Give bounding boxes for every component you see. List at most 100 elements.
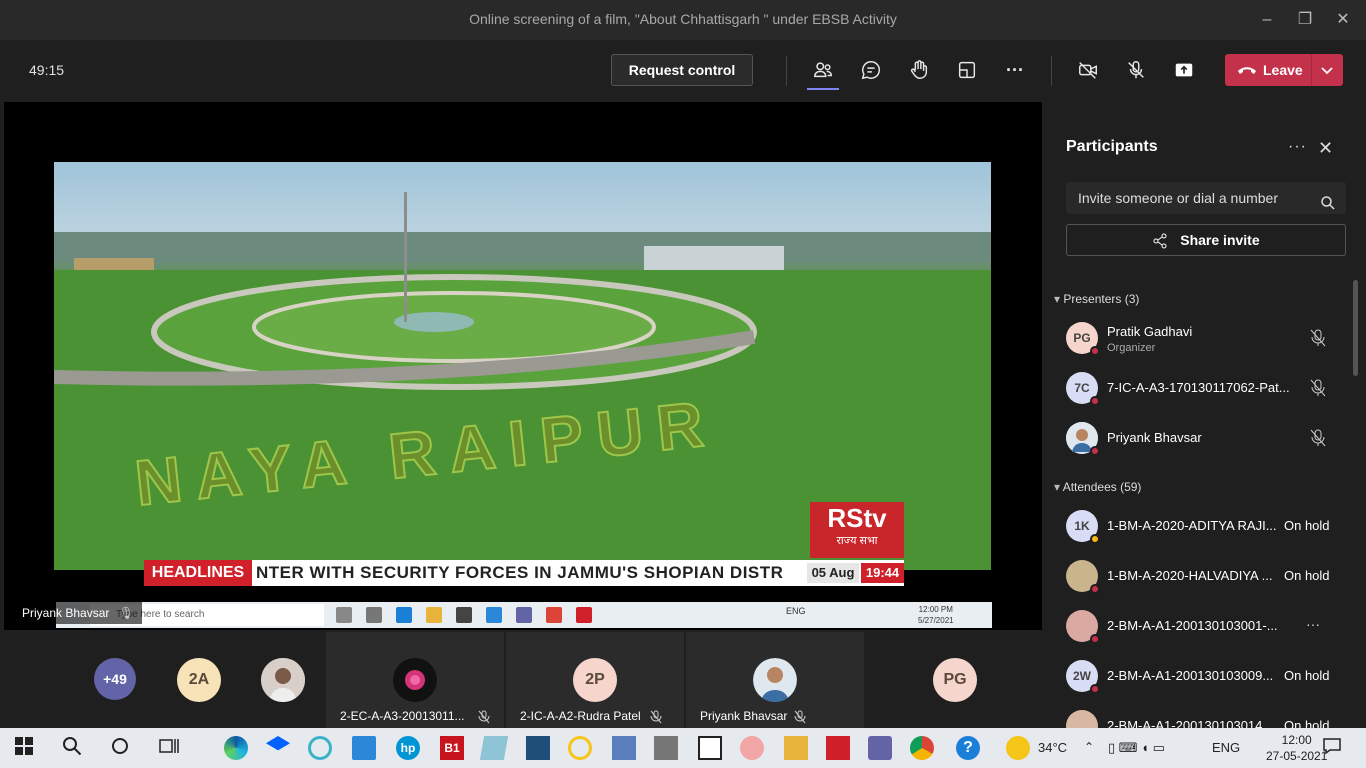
presenters-header[interactable]: Presenters (3): [1054, 292, 1139, 306]
weather-temp[interactable]: 34°C: [1038, 740, 1067, 755]
participant-name: 2-BM-A-A1-200130103014...: [1107, 718, 1274, 728]
panel-title: Participants: [1066, 138, 1158, 155]
avatar[interactable]: [261, 658, 305, 702]
video-tile[interactable]: 2-EC-A-A3-20013011...: [326, 632, 504, 728]
attendees-header[interactable]: Attendees (59): [1054, 480, 1142, 494]
participant-row[interactable]: 1-BM-A-2020-HALVADIYA ... On hold: [1066, 556, 1346, 596]
help-icon[interactable]: ?: [956, 736, 980, 760]
close-panel-icon[interactable]: ✕: [1318, 138, 1333, 159]
acrobat-icon[interactable]: [826, 736, 850, 760]
folder-icon: [426, 607, 442, 623]
row-more-icon[interactable]: ···: [1306, 616, 1320, 632]
teams-icon[interactable]: [868, 736, 892, 760]
share-invite-button[interactable]: Share invite: [1066, 224, 1346, 256]
b1-app-icon[interactable]: B1: [440, 736, 464, 760]
infinity-app-icon[interactable]: [308, 736, 332, 760]
leave-button[interactable]: Leave: [1225, 54, 1343, 86]
participant-row[interactable]: 2-BM-A-A1-200130103001-... ···: [1066, 606, 1346, 646]
weather-icon[interactable]: [1006, 736, 1030, 760]
chat-icon[interactable]: [857, 56, 885, 84]
participant-name: 2-BM-A-A1-200130103001-...: [1107, 618, 1278, 633]
windows-start-icon[interactable]: [14, 736, 38, 760]
participant-role: Organizer: [1107, 342, 1156, 354]
edge-icon[interactable]: [224, 736, 248, 760]
video-tile[interactable]: 2P 2-IC-A-A2-Rudra Patel: [506, 632, 684, 728]
busy-status-icon: [1090, 346, 1100, 356]
mail-icon: [486, 607, 502, 623]
avatar[interactable]: PG: [933, 658, 977, 702]
mic-off-icon: [1310, 329, 1326, 352]
avatar[interactable]: 2A: [177, 658, 221, 702]
raise-hand-icon[interactable]: [905, 56, 933, 84]
tile-label: 2-IC-A-A2-Rudra Patel: [520, 709, 641, 723]
panel-scrollbar[interactable]: [1353, 280, 1358, 376]
participant-row[interactable]: Priyank Bhavsar: [1066, 418, 1346, 458]
overflow-count-badge[interactable]: +49: [94, 658, 136, 700]
toolbar-divider: [1051, 56, 1052, 86]
snipping-tool-icon[interactable]: [654, 736, 678, 760]
chrome-icon[interactable]: [910, 736, 934, 760]
participant-gallery: +49 2A 2-EC-A-A3-20013011... 2P 2-IC-A-A…: [0, 630, 1046, 728]
phone-hangup-icon: [1237, 63, 1257, 82]
store-icon: [456, 607, 472, 623]
search-icon[interactable]: [1320, 190, 1336, 222]
winamp-icon[interactable]: [698, 736, 722, 760]
prime-video-icon[interactable]: [526, 736, 550, 760]
notification-icon[interactable]: [1322, 736, 1346, 760]
more-actions-icon[interactable]: ···: [1001, 56, 1029, 84]
rooms-icon[interactable]: [953, 56, 981, 84]
toolbar-divider: [786, 56, 787, 86]
chevron-down-icon[interactable]: [1319, 62, 1335, 83]
participant-name: 1-BM-A-2020-HALVADIYA ...: [1107, 568, 1273, 583]
taskbar-clock[interactable]: 12:00 27-05-2021: [1266, 732, 1327, 764]
invite-input[interactable]: Invite someone or dial a number: [1066, 182, 1346, 214]
participant-row[interactable]: 2-BM-A-A1-200130103014... On hold: [1066, 706, 1346, 728]
request-control-button[interactable]: Request control: [611, 54, 753, 86]
qlik-icon[interactable]: [568, 736, 592, 760]
participant-row[interactable]: 7C 7-IC-A-A3-170130117062-Pat...: [1066, 368, 1346, 408]
meeting-toolbar: 49:15 Request control ··· Leave: [0, 40, 1366, 102]
mic-off-icon[interactable]: [1122, 56, 1150, 84]
task-view-icon[interactable]: [158, 736, 182, 760]
participant-row[interactable]: 2W 2-BM-A-A1-200130103009... On hold: [1066, 656, 1346, 696]
edge-icon: [396, 607, 412, 623]
search-icon[interactable]: [62, 736, 86, 760]
camera-off-icon[interactable]: [1074, 56, 1102, 84]
presenter-name-label: Priyank Bhavsar 🎙: [14, 602, 142, 624]
system-tray-icons[interactable]: ▯ ⌨ ◖ ▭: [1108, 740, 1165, 756]
shared-clock: 12:00 PM 5/27/2021: [918, 605, 954, 625]
chevron-up-icon[interactable]: ⌃: [1084, 740, 1094, 754]
busy-status-icon: [1090, 446, 1100, 456]
share-icon: [1153, 233, 1167, 249]
participant-row[interactable]: PG Pratik Gadhavi Organizer: [1066, 318, 1346, 358]
dropbox-icon[interactable]: [266, 736, 290, 751]
notes-app-icon[interactable]: [479, 736, 509, 760]
participant-row[interactable]: 1K 1-BM-A-2020-ADITYA RAJI... On hold: [1066, 506, 1346, 546]
on-hold-status: On hold: [1284, 518, 1330, 533]
title-bar: Online screening of a film, "About Chhat…: [0, 0, 1366, 40]
cortana-icon[interactable]: [110, 736, 134, 760]
language-indicator[interactable]: ENG: [1212, 740, 1240, 755]
participant-name: 1-BM-A-2020-ADITYA RAJI...: [1107, 518, 1277, 533]
participant-name: Priyank Bhavsar: [1107, 430, 1202, 445]
mail-icon[interactable]: [352, 736, 376, 760]
channel-logo: RStv राज्य सभा: [810, 502, 904, 558]
away-status-icon: [1090, 534, 1100, 544]
hp-icon[interactable]: hp: [396, 736, 420, 760]
ticker-tag: HEADLINES: [144, 560, 252, 586]
paint-app-icon[interactable]: [740, 736, 764, 760]
busy-status-icon: [1090, 634, 1100, 644]
video-tile[interactable]: Priyank Bhavsar: [686, 632, 864, 728]
file-explorer-icon[interactable]: [784, 736, 808, 760]
minimize-icon[interactable]: –: [1252, 8, 1282, 32]
panel-more-icon[interactable]: ···: [1288, 138, 1307, 156]
maximize-icon[interactable]: ❐: [1290, 8, 1320, 32]
ticker-text: NTER WITH SECURITY FORCES IN JAMMU'S SHO…: [256, 563, 784, 582]
chrome-icon: [546, 607, 562, 623]
window-title: Online screening of a film, "About Chhat…: [469, 11, 897, 27]
shared-screen: NAYA RAIPUR RStv राज्य सभा HEADLINES NTE…: [4, 102, 1042, 630]
share-screen-icon[interactable]: [1170, 56, 1198, 84]
close-window-icon[interactable]: ✕: [1328, 8, 1358, 32]
network-app-icon[interactable]: [612, 736, 636, 760]
people-icon[interactable]: [809, 56, 837, 84]
